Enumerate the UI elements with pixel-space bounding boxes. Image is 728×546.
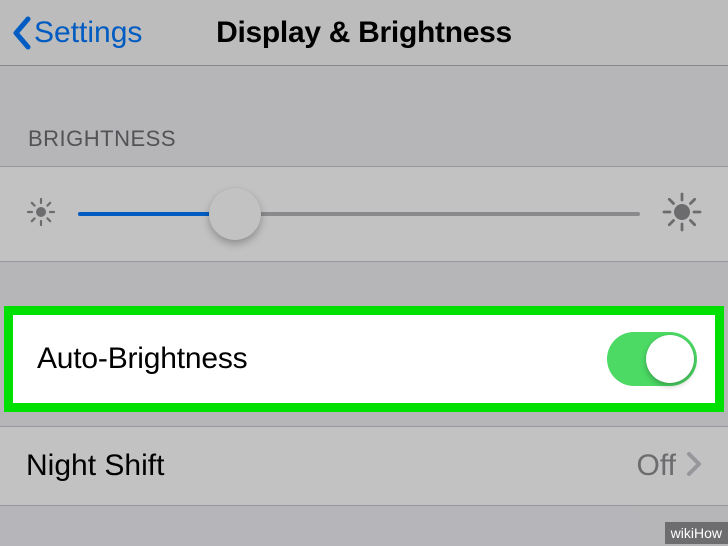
nav-bar: Settings Display & Brightness — [0, 0, 728, 66]
brightness-low-icon — [26, 197, 56, 232]
brightness-high-icon — [662, 192, 702, 237]
back-label: Settings — [34, 16, 142, 50]
night-shift-label: Night Shift — [26, 449, 637, 483]
auto-brightness-label: Auto-Brightness — [37, 342, 607, 376]
back-button[interactable]: Settings — [10, 15, 142, 51]
night-shift-row[interactable]: Night Shift Off — [0, 426, 728, 506]
auto-brightness-row: Auto-Brightness — [4, 306, 724, 412]
auto-brightness-toggle[interactable] — [607, 332, 697, 386]
watermark: wikiHow — [665, 522, 728, 544]
toggle-knob — [646, 335, 694, 383]
chevron-right-icon — [686, 451, 702, 482]
slider-thumb[interactable] — [209, 188, 261, 240]
page-title: Display & Brightness — [216, 16, 512, 50]
brightness-slider[interactable] — [78, 212, 640, 216]
brightness-slider-row — [0, 166, 728, 262]
chevron-left-icon — [10, 15, 32, 51]
night-shift-value: Off — [637, 449, 676, 483]
section-header-brightness: BRIGHTNESS — [0, 66, 728, 166]
